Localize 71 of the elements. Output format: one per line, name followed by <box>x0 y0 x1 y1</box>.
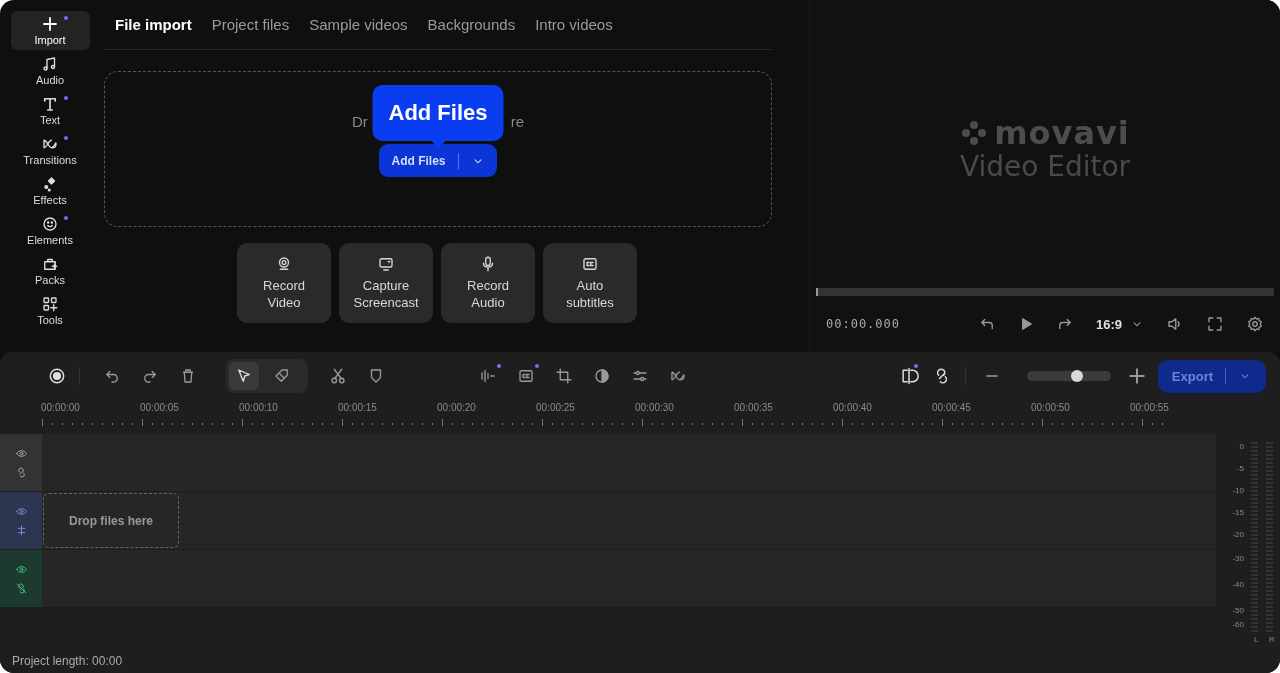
plus-icon <box>41 15 59 33</box>
logo-subtitle: Video Editor <box>959 149 1131 183</box>
tooltip: Add Files <box>372 85 504 141</box>
sidebar-item[interactable]: Elements <box>10 211 90 250</box>
time-label: 00:00:50 <box>1031 402 1071 413</box>
channel-label: L <box>1254 635 1259 644</box>
time-label: 00:00:10 <box>239 402 279 413</box>
meter-scale-label: 0 <box>1239 442 1244 451</box>
time-label: 00:00:35 <box>734 402 774 413</box>
scissors-icon <box>329 367 348 385</box>
meter-scale-label: -15 <box>1232 508 1244 517</box>
time-label: 00:00:00 <box>41 402 81 413</box>
grid-plus-icon <box>41 295 59 313</box>
tooltip-pointer <box>431 141 445 148</box>
channel-label: R <box>1269 635 1275 644</box>
zoom-slider[interactable] <box>1026 371 1111 381</box>
unlink-icon[interactable] <box>14 581 28 595</box>
action-button[interactable]: Record Video <box>237 243 331 323</box>
settings-icon <box>1246 315 1264 333</box>
action-button[interactable]: Capture Screencast <box>339 243 433 323</box>
time-label: 00:00:25 <box>536 402 576 413</box>
tool-button[interactable] <box>229 362 260 390</box>
fullscreen-icon <box>1206 315 1224 333</box>
sidebar-item[interactable]: Text <box>10 91 90 130</box>
add-files-button[interactable]: Add Files <box>379 144 497 177</box>
time-label: 00:00:40 <box>833 402 873 413</box>
time-label: 00:00:55 <box>1130 402 1170 413</box>
action-button[interactable]: Record Audio <box>441 243 535 323</box>
time-display: 00:00.000 <box>826 317 901 331</box>
smiley-icon <box>41 215 59 233</box>
meter-scale-label: -50 <box>1232 606 1244 615</box>
meter-scale-label: -40 <box>1232 580 1244 589</box>
sidebar-item[interactable]: Tools <box>10 291 90 330</box>
action-button[interactable]: Auto subtitles <box>543 243 637 323</box>
drop-hint: re <box>510 113 524 130</box>
waveform-icon <box>479 367 498 385</box>
time-label: 00:00:45 <box>932 402 972 413</box>
sidebar-item[interactable]: Import <box>10 11 90 50</box>
crop-icon <box>555 367 574 385</box>
time-label: 00:00:30 <box>635 402 675 413</box>
meter-scale-label: -60 <box>1232 620 1244 629</box>
tab[interactable]: Intro videos <box>529 16 626 33</box>
settings-button[interactable] <box>1246 315 1264 333</box>
meter-scale-label: -10 <box>1232 486 1244 495</box>
captions-icon <box>517 367 536 385</box>
drop-target[interactable]: Drop files here <box>43 493 179 548</box>
time-label: 00:00:05 <box>140 402 180 413</box>
tab[interactable]: Backgrounds <box>421 16 529 33</box>
sidebar-item[interactable]: Transitions <box>10 131 90 170</box>
logo-icon <box>960 118 989 147</box>
monitor-icon <box>377 255 395 273</box>
meter-scale-label: -20 <box>1232 530 1244 539</box>
captions-icon <box>581 255 599 273</box>
logo-text: movavi <box>994 113 1130 152</box>
sidebar-item[interactable]: Audio <box>10 51 90 90</box>
tab[interactable]: Project files <box>205 16 303 33</box>
meter-scale-label: -5 <box>1236 464 1244 473</box>
project-length-label: Project length: 00:00 <box>11 653 124 670</box>
drop-hint: Dr <box>352 113 368 130</box>
aspect-ratio-dropdown[interactable]: 16:9 <box>1095 316 1122 332</box>
tab[interactable]: Sample videos <box>303 16 421 33</box>
slider-thumb[interactable] <box>1071 370 1083 382</box>
contrast-icon <box>593 367 612 385</box>
sidebar-item[interactable]: Effects <box>10 171 90 210</box>
sidebar-item[interactable]: Packs <box>10 251 90 290</box>
time-label: 00:00:15 <box>338 402 378 413</box>
text-icon <box>41 95 59 113</box>
time-label: 00:00:20 <box>437 402 477 413</box>
tab[interactable]: File import <box>109 16 205 33</box>
meter-scale-label: -30 <box>1232 554 1244 563</box>
fullscreen-button[interactable] <box>1206 315 1224 333</box>
